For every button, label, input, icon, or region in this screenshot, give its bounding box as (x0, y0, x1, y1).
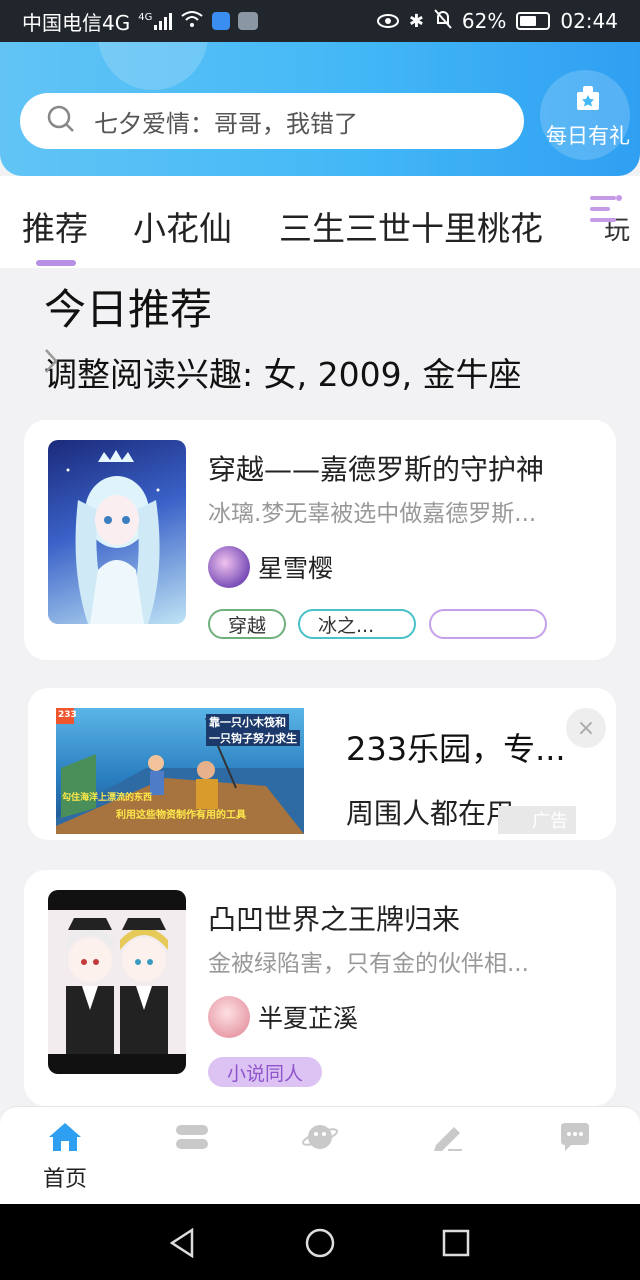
nav-home-label: 首页 (42, 1167, 87, 1192)
nav-discover[interactable] (290, 1121, 350, 1157)
hms-app-icon (238, 12, 259, 30)
battery-percent: 62% (461, 9, 507, 33)
eye-icon (376, 9, 399, 33)
ad-card[interactable]: 233 靠一只小木筏和 一只钩子努力求生 勾住海洋上漂流的东西 利用这些物资制作… (28, 688, 616, 840)
pencil-icon (430, 1127, 466, 1157)
book-card[interactable]: 凸凹世界之王牌归来 金被绿陷害，只有金的伙伴相... 半夏芷溪 小说同人 (24, 870, 616, 1106)
mute-bell-icon (434, 8, 452, 34)
gift-label: 每日有礼 (546, 124, 630, 148)
book-description: 金被绿陷害，只有金的伙伴相... (208, 951, 529, 977)
reading-interest-link[interactable]: 调整阅读兴趣: 女, 2009, 金牛座 (44, 348, 522, 396)
bookshelf-icon (174, 1125, 210, 1157)
tab-sansheng[interactable]: 三生三世十里桃花 (279, 202, 543, 250)
daily-gift-button[interactable]: 每日有礼 (538, 84, 638, 154)
page-title: 今日推荐 (44, 285, 213, 334)
book-tag[interactable]: 小说同人 (208, 1057, 322, 1087)
book-cover (48, 890, 186, 1074)
book-author: 半夏芷溪 (208, 996, 358, 1038)
ad-image: 233 靠一只小木筏和 一只钩子努力求生 勾住海洋上漂流的东西 利用这些物资制作… (56, 708, 304, 834)
recents-icon[interactable] (442, 1229, 470, 1261)
chevron-right-icon[interactable] (44, 348, 58, 374)
shield-app-icon (212, 12, 231, 30)
book-description: 冰璃.梦无辜被选中做嘉德罗斯... (208, 501, 537, 527)
book-card[interactable]: 穿越——嘉德罗斯的守护神 冰璃.梦无辜被选中做嘉德罗斯... 星雪樱 穿越 冰之… (24, 420, 616, 660)
author-name: 半夏芷溪 (258, 1004, 359, 1033)
close-icon[interactable]: × (566, 708, 606, 748)
signal-icon: 4G (138, 12, 173, 30)
avatar (208, 996, 250, 1038)
battery-icon (516, 12, 551, 30)
category-tabs: 推荐 小花仙 三生三世十里桃花 玩 (0, 176, 640, 268)
nav-shelf[interactable] (162, 1121, 222, 1157)
book-title: 穿越——嘉德罗斯的守护神 (208, 453, 545, 486)
book-tag[interactable]: 冰之... (298, 609, 416, 639)
book-cover (48, 440, 186, 624)
status-bar: 中国电信4G 4G ✱ 62% 02:44 (0, 0, 640, 42)
ad-label: 广告 (498, 806, 576, 834)
author-name: 星雪樱 (258, 554, 334, 583)
clock: 02:44 (560, 9, 618, 33)
tab-xiaohuaxian[interactable]: 小花仙 (133, 202, 232, 250)
ad-image-caption: 靠一只小木筏和 (206, 714, 289, 730)
ad-subtitle: 周围人都在用 (346, 797, 515, 830)
tab-menu-icon[interactable] (588, 194, 624, 228)
bottom-navigation: 首页 (0, 1106, 640, 1204)
tab-recommend[interactable]: 推荐 (22, 202, 88, 250)
carrier-label: 中国电信4G (22, 10, 131, 35)
book-title: 凸凹世界之王牌归来 (208, 903, 461, 936)
reading-interest-label: 调整阅读兴趣: 女, 2009, 金牛座 (44, 355, 522, 394)
book-tag-empty[interactable] (429, 609, 547, 639)
ad-image-caption: 利用这些物资制作有用的工具 (116, 810, 246, 821)
chat-bubble-icon (557, 1123, 593, 1157)
nav-write[interactable] (418, 1121, 478, 1157)
planet-icon (301, 1125, 339, 1157)
ad-image-caption: 勾住海洋上漂流的东西 (62, 793, 153, 803)
search-bar[interactable]: 七夕爱情：哥哥，我错了 (20, 93, 524, 149)
nav-messages[interactable] (545, 1121, 605, 1157)
back-icon[interactable] (168, 1227, 196, 1262)
active-tab-indicator (36, 260, 76, 266)
ad-image-badge: 233 (58, 710, 77, 720)
book-tag[interactable]: 穿越 (208, 609, 286, 639)
gift-icon (575, 86, 601, 116)
search-icon (46, 104, 76, 138)
avatar (208, 546, 250, 588)
wifi-icon (180, 9, 204, 33)
home-circle-icon[interactable] (305, 1228, 335, 1262)
ad-title: 233乐园，专... (346, 730, 566, 768)
book-author: 星雪樱 (208, 546, 333, 588)
system-navigation-bar (0, 1204, 640, 1280)
nav-home[interactable]: 首页 (35, 1121, 95, 1193)
ad-image-caption: 一只钩子努力求生 (206, 730, 300, 746)
signal-tag: 4G (138, 12, 153, 23)
search-placeholder: 七夕爱情：哥哥，我错了 (94, 109, 358, 138)
home-icon (47, 1123, 83, 1157)
bluetooth-icon: ✱ (408, 10, 424, 32)
